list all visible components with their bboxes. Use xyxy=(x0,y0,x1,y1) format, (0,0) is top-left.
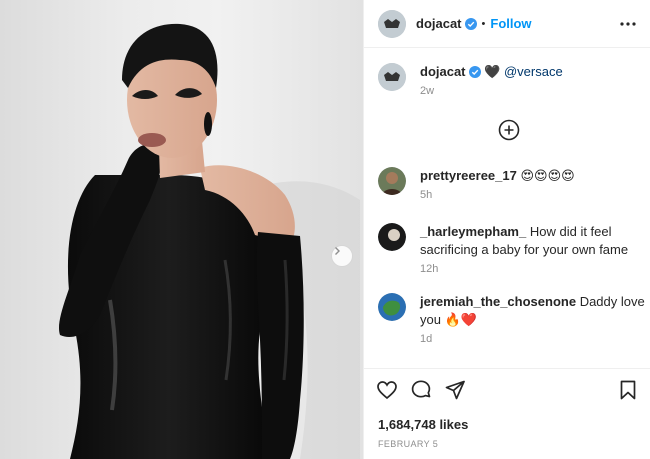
comment-text: prettyreeree_17 😍😍😍😍 xyxy=(420,167,650,185)
comment-item: prettyreeree_17 😍😍😍😍 5h xyxy=(378,167,650,201)
comment-time[interactable]: 5h xyxy=(420,189,650,201)
add-circle-icon[interactable] xyxy=(498,119,520,141)
verified-badge-icon xyxy=(464,17,477,30)
commenter-username[interactable]: jeremiah_the_chosenone xyxy=(420,294,576,309)
comments-section: dojacat 🖤 @versace 2w prettyreeree_17 😍😍… xyxy=(364,49,650,369)
post-header: dojacat • Follow xyxy=(364,0,650,48)
instagram-post: dojacat • Follow dojacat 🖤 @versace 2w p… xyxy=(0,0,650,459)
author-avatar[interactable] xyxy=(378,9,406,38)
comment-body: 😍😍😍😍 xyxy=(520,168,575,183)
heart-emoji: 🖤 xyxy=(484,64,501,79)
bookmark-icon[interactable] xyxy=(617,379,639,401)
chevron-right-icon xyxy=(335,247,340,255)
caption-username[interactable]: dojacat xyxy=(420,64,466,79)
comment-item: jeremiah_the_chosenone Daddy love you 🔥❤… xyxy=(378,293,650,345)
caption-text: dojacat 🖤 @versace xyxy=(420,63,650,81)
commenter-username[interactable]: _harleymepham_ xyxy=(420,224,526,239)
comment-item: _harleymepham_ How did it feel sacrifici… xyxy=(378,223,650,275)
avatar-image xyxy=(378,223,406,251)
avatar-image xyxy=(378,9,406,38)
post-photo[interactable] xyxy=(0,0,363,459)
post-date[interactable]: FEBRUARY 5 xyxy=(378,439,438,449)
comment-time[interactable]: 1d xyxy=(420,333,650,345)
avatar-image xyxy=(378,293,406,321)
post-image xyxy=(59,23,360,459)
share-icon[interactable] xyxy=(444,379,466,401)
post-sidebar: dojacat • Follow dojacat 🖤 @versace 2w p… xyxy=(363,0,650,459)
mention-link[interactable]: @versace xyxy=(504,64,563,79)
avatar-image xyxy=(378,63,406,91)
commenter-avatar[interactable] xyxy=(378,223,406,251)
likes-count[interactable]: 1,684,748 likes xyxy=(378,417,468,432)
comment-text: jeremiah_the_chosenone Daddy love you 🔥❤… xyxy=(420,293,650,329)
caption: dojacat 🖤 @versace 2w xyxy=(378,63,650,97)
separator-dot: • xyxy=(481,17,486,30)
heart-icon[interactable] xyxy=(376,379,398,401)
comment-text: _harleymepham_ How did it feel sacrifici… xyxy=(420,223,650,259)
more-options-icon[interactable] xyxy=(619,16,637,32)
next-photo-button[interactable] xyxy=(331,245,353,267)
author-avatar[interactable] xyxy=(378,63,406,91)
follow-button[interactable]: Follow xyxy=(490,16,531,31)
caption-time[interactable]: 2w xyxy=(420,85,650,97)
commenter-avatar[interactable] xyxy=(378,167,406,195)
comment-icon[interactable] xyxy=(410,379,432,401)
author-username[interactable]: dojacat xyxy=(416,16,462,31)
commenter-username[interactable]: prettyreeree_17 xyxy=(420,168,517,183)
comment-time[interactable]: 12h xyxy=(420,263,650,275)
verified-badge-icon xyxy=(468,66,481,78)
commenter-avatar[interactable] xyxy=(378,293,406,321)
avatar-image xyxy=(378,167,406,195)
action-bar: 1,684,748 likes FEBRUARY 5 xyxy=(364,368,650,459)
